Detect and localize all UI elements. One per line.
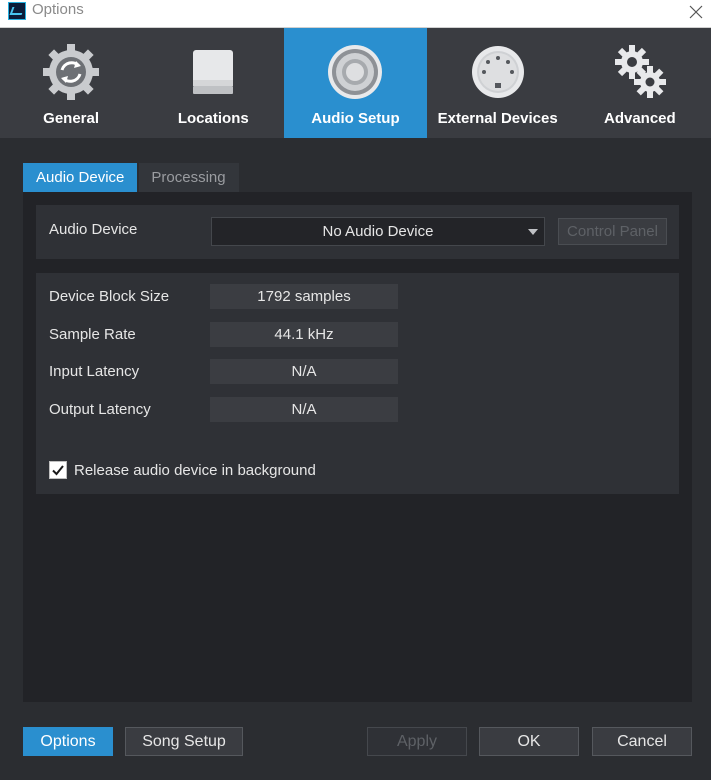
category-label: External Devices xyxy=(437,110,558,127)
input-latency-value: N/A xyxy=(210,359,398,384)
control-panel-button[interactable]: Control Panel xyxy=(558,218,667,245)
category-advanced[interactable]: Advanced xyxy=(569,28,711,138)
sub-tabs: Audio Device Processing xyxy=(23,163,239,192)
category-bar: General Locations Audio Setup External D… xyxy=(0,28,711,138)
close-icon xyxy=(689,5,703,19)
checkmark-icon xyxy=(52,465,64,476)
cancel-button[interactable]: Cancel xyxy=(592,727,692,756)
category-audio-setup[interactable]: Audio Setup xyxy=(284,28,427,138)
input-latency-label: Input Latency xyxy=(49,363,140,380)
chevron-down-icon xyxy=(528,229,538,235)
speaker-icon xyxy=(328,45,383,99)
block-size-value: 1792 samples xyxy=(210,284,398,309)
gear-refresh-icon xyxy=(43,44,100,100)
drive-icon xyxy=(193,50,234,94)
audio-device-dropdown[interactable]: No Audio Device xyxy=(211,217,545,246)
song-setup-button[interactable]: Song Setup xyxy=(125,727,243,756)
audio-device-label: Audio Device xyxy=(49,221,138,238)
output-latency-label: Output Latency xyxy=(49,401,151,418)
app-logo-icon xyxy=(8,2,26,20)
sample-rate-value: 44.1 kHz xyxy=(210,322,398,347)
midi-connector-icon xyxy=(471,46,524,98)
release-device-checkbox[interactable] xyxy=(49,461,67,479)
dropdown-selected-value: No Audio Device xyxy=(322,223,434,240)
tab-processing[interactable]: Processing xyxy=(139,163,239,192)
category-general[interactable]: General xyxy=(0,28,142,138)
output-latency-value: N/A xyxy=(210,397,398,422)
sample-rate-label: Sample Rate xyxy=(49,326,136,343)
tab-audio-device[interactable]: Audio Device xyxy=(23,163,138,192)
window-title: Options xyxy=(32,1,84,18)
category-label: General xyxy=(43,110,100,127)
options-button[interactable]: Options xyxy=(23,727,113,756)
gears-icon xyxy=(614,45,666,98)
title-bar: Options xyxy=(0,0,711,28)
category-external-devices[interactable]: External Devices xyxy=(427,28,569,138)
category-label: Locations xyxy=(177,110,249,127)
category-label: Advanced xyxy=(603,110,676,127)
category-locations[interactable]: Locations xyxy=(142,28,284,138)
close-button[interactable] xyxy=(681,0,711,24)
apply-button[interactable]: Apply xyxy=(367,727,467,756)
ok-button[interactable]: OK xyxy=(479,727,579,756)
release-device-label: Release audio device in background xyxy=(74,462,316,479)
category-label: Audio Setup xyxy=(311,110,400,127)
block-size-label: Device Block Size xyxy=(49,288,170,305)
